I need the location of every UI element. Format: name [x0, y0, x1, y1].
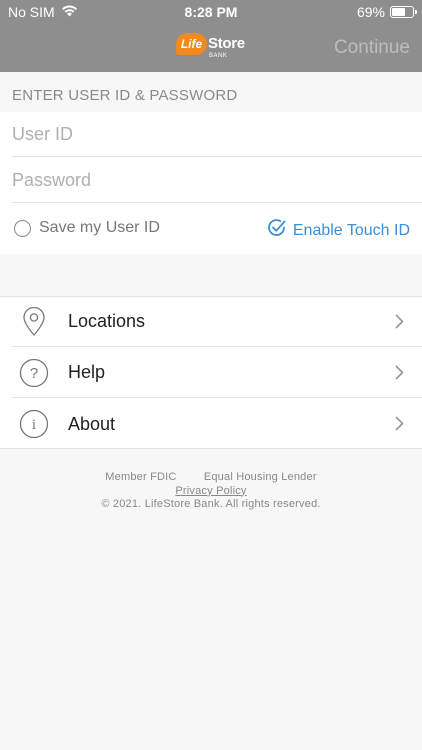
enable-touch-id-button[interactable]: Enable Touch ID — [267, 218, 410, 243]
check-circle-icon — [267, 218, 287, 243]
radio-circle-icon[interactable] — [14, 219, 31, 237]
user-id-input[interactable] — [12, 112, 422, 157]
location-pin-icon — [12, 306, 56, 337]
question-circle-icon: ? — [12, 358, 56, 388]
chevron-right-icon — [395, 416, 404, 436]
save-user-id-toggle[interactable]: Save my User ID — [14, 219, 160, 237]
privacy-policy-link[interactable]: Privacy Policy — [175, 485, 246, 497]
navigation-header: No SIM 8:28 PM 69% Life Store BANK Conti… — [0, 0, 422, 72]
footer-disclosures: Member FDIC Equal Housing Lender — [0, 471, 422, 485]
battery-fill — [392, 8, 405, 16]
menu-item-label: About — [68, 413, 116, 434]
logo-life-badge: Life — [176, 33, 207, 55]
logo-bank-text: BANK — [209, 53, 228, 59]
chevron-right-icon — [395, 314, 404, 334]
enable-touch-id-label: Enable Touch ID — [292, 221, 410, 239]
info-circle-icon: i — [12, 409, 56, 439]
menu-item-about[interactable]: i About — [12, 399, 422, 449]
battery-percent: 69% — [356, 4, 385, 20]
copyright-text: © 2021. LifeStore Bank. All rights reser… — [101, 498, 321, 510]
menu-item-locations[interactable]: Locations — [12, 297, 422, 347]
menu-list: Locations ? Help i About — [0, 296, 422, 449]
status-bar: No SIM 8:28 PM 69% — [0, 0, 422, 24]
svg-text:i: i — [32, 417, 36, 433]
login-section-title: ENTER USER ID & PASSWORD — [12, 87, 238, 104]
chevron-right-icon — [395, 365, 404, 385]
save-user-id-label: Save my User ID — [39, 219, 160, 236]
lifestore-bank-logo: Life Store BANK — [176, 33, 248, 63]
equal-housing-text: Equal Housing Lender — [203, 471, 317, 483]
svg-text:?: ? — [30, 365, 38, 382]
menu-item-label: Locations — [68, 311, 146, 331]
login-form: Save my User ID Enable Touch ID — [0, 112, 422, 254]
menu-item-label: Help — [68, 362, 106, 382]
member-fdic-text: Member FDIC — [105, 471, 177, 483]
password-input[interactable] — [12, 158, 422, 203]
logo-store-text: Store — [208, 35, 245, 52]
battery-icon — [390, 6, 417, 18]
footer: Member FDIC Equal Housing Lender Privacy… — [0, 471, 422, 512]
menu-item-help[interactable]: ? Help — [12, 348, 422, 398]
continue-button[interactable]: Continue — [334, 37, 410, 59]
battery-group: 69% — [356, 4, 417, 20]
